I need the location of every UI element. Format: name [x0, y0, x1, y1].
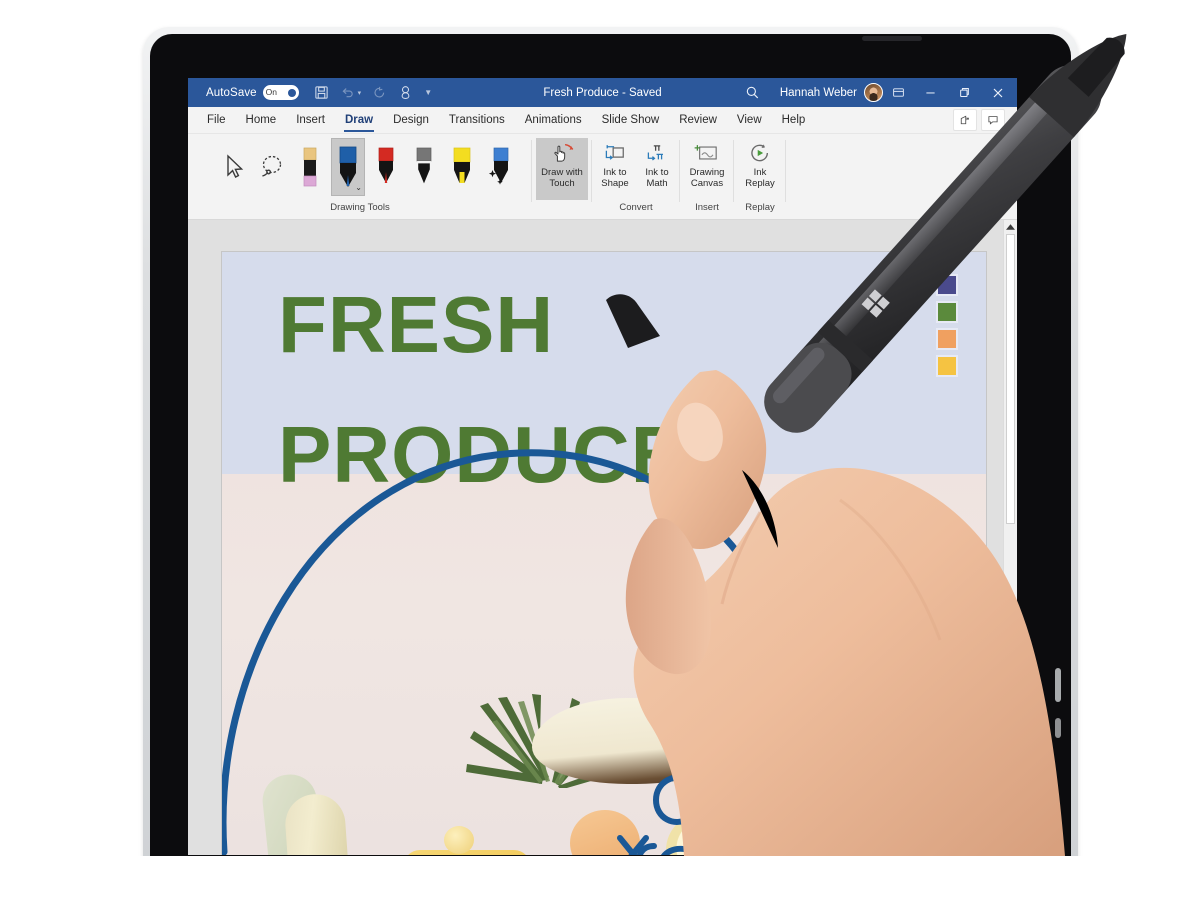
ink-to-math-label: Ink to Math: [645, 167, 669, 189]
scroll-up-arrow[interactable]: [1004, 220, 1017, 233]
action-pen-tool[interactable]: [483, 138, 517, 196]
ink-to-shape-label: Ink to Shape: [601, 167, 629, 189]
undo-icon[interactable]: [340, 85, 355, 100]
slide-headline-line1: FRESH: [278, 280, 555, 369]
screenshot-root: AutoSave On ▾ ▼ Fresh Produce - Saved Ha…: [0, 0, 1200, 900]
ribbon-tab-strip: File Home Insert Draw Design Transitions…: [188, 107, 1017, 134]
tab-review[interactable]: Review: [669, 107, 727, 133]
ribbon-group-label-drawing-tools: Drawing Tools: [330, 202, 390, 213]
close-icon[interactable]: [981, 78, 1015, 107]
ribbon-group-convert: Ink to Shape Ink to Math Convert: [592, 134, 680, 219]
produce-photo: [222, 474, 986, 855]
pen-red-tool[interactable]: [369, 138, 403, 196]
tab-home[interactable]: Home: [236, 107, 287, 133]
undo-dropdown-icon[interactable]: ▾: [358, 89, 362, 97]
slide-color-swatches: [936, 274, 958, 377]
swatch-orange[interactable]: [936, 328, 958, 350]
slide-work-area: FRESH PRODUCE: [188, 220, 1017, 855]
ribbon-group-label-replay: Replay: [745, 202, 775, 213]
ribbon-group-label-convert: Convert: [619, 202, 653, 213]
title-bar-right-controls: Hannah Weber: [738, 78, 1017, 107]
image-bottom-crop: [0, 856, 1200, 900]
tab-slide-show[interactable]: Slide Show: [592, 107, 670, 133]
collapse-ribbon-icon[interactable]: [993, 201, 1009, 215]
customize-qat-icon[interactable]: ▼: [424, 88, 432, 97]
touch-mode-icon[interactable]: [398, 85, 413, 100]
cherry-one: [444, 826, 474, 854]
slide-headline[interactable]: FRESH PRODUCE: [278, 285, 918, 499]
corn-cob: [283, 792, 361, 855]
vertical-scrollbar[interactable]: [1003, 220, 1017, 855]
device-power-button[interactable]: [1055, 668, 1061, 702]
search-icon[interactable]: [738, 85, 768, 100]
tab-animations[interactable]: Animations: [515, 107, 592, 133]
user-name-label: Hannah Weber: [779, 86, 857, 99]
ribbon-group-replay: Ink Replay Replay: [734, 134, 786, 219]
scroll-thumb[interactable]: [1006, 234, 1015, 524]
ribbon: ⌄ Drawing Tools Draw with Touch Ink to S…: [188, 134, 1017, 220]
drawing-canvas-label: Drawing Canvas: [689, 167, 725, 189]
tab-view[interactable]: View: [727, 107, 772, 133]
ink-to-shape-button[interactable]: Ink to Shape: [594, 138, 636, 200]
tab-design[interactable]: Design: [383, 107, 439, 133]
restore-icon[interactable]: [947, 78, 981, 107]
share-icon[interactable]: [953, 109, 977, 131]
ribbon-group-insert: Drawing Canvas Insert: [680, 134, 734, 219]
swatch-green[interactable]: [936, 301, 958, 323]
lasso-select-tool[interactable]: [255, 138, 289, 196]
eraser-tool[interactable]: [293, 138, 327, 196]
tab-insert[interactable]: Insert: [286, 107, 335, 133]
save-icon[interactable]: [314, 85, 329, 100]
title-bar: AutoSave On ▾ ▼ Fresh Produce - Saved Ha…: [188, 78, 1017, 107]
draw-with-touch-button[interactable]: Draw with Touch: [536, 138, 588, 200]
drawing-canvas-button[interactable]: Drawing Canvas: [686, 138, 728, 200]
autosave-label: AutoSave: [206, 86, 257, 99]
ink-replay-label: Ink Replay: [745, 167, 775, 189]
ribbon-display-options-icon[interactable]: [883, 78, 913, 107]
swatch-yellow[interactable]: [936, 355, 958, 377]
pencil-tool[interactable]: [407, 138, 441, 196]
swatch-purple[interactable]: [936, 274, 958, 296]
slide-canvas[interactable]: FRESH PRODUCE: [222, 252, 986, 855]
tab-transitions[interactable]: Transitions: [439, 107, 515, 133]
tab-draw[interactable]: Draw: [335, 107, 383, 133]
draw-with-touch-label: Draw with Touch: [541, 167, 583, 189]
ink-to-math-button[interactable]: Ink to Math: [636, 138, 678, 200]
autosave-state-label: On: [265, 87, 278, 98]
autosave-toggle[interactable]: On: [262, 85, 299, 100]
slide-headline-line2: PRODUCE: [278, 410, 686, 499]
autosave-toggle-knob: [287, 88, 296, 97]
select-tool[interactable]: [217, 138, 251, 196]
chevron-down-icon[interactable]: ⌄: [355, 183, 362, 192]
pineapple-fruit: [532, 698, 732, 784]
highlighter-tool[interactable]: [445, 138, 479, 196]
ribbon-group-label-insert: Insert: [695, 202, 719, 213]
redo-icon[interactable]: [372, 85, 387, 100]
ribbon-group-drawing-tools: ⌄ Drawing Tools: [188, 134, 532, 219]
comments-icon[interactable]: [981, 109, 1005, 131]
melon: [570, 810, 640, 855]
device-speaker-grille: [862, 36, 922, 41]
device-volume-button[interactable]: [1055, 718, 1061, 738]
ink-replay-button[interactable]: Ink Replay: [739, 138, 781, 200]
minimize-icon[interactable]: [913, 78, 947, 107]
quick-access-toolbar: ▾ ▼: [314, 85, 432, 100]
lemon-half: [666, 812, 746, 855]
tab-file[interactable]: File: [197, 107, 236, 133]
tablet-screen: AutoSave On ▾ ▼ Fresh Produce - Saved Ha…: [188, 78, 1017, 855]
tab-help[interactable]: Help: [772, 107, 816, 133]
ribbon-utility-buttons: [953, 109, 1017, 131]
avatar[interactable]: [864, 83, 883, 102]
pen-blue-tool[interactable]: ⌄: [331, 138, 365, 196]
ribbon-group-draw-with-touch: Draw with Touch: [532, 134, 592, 219]
